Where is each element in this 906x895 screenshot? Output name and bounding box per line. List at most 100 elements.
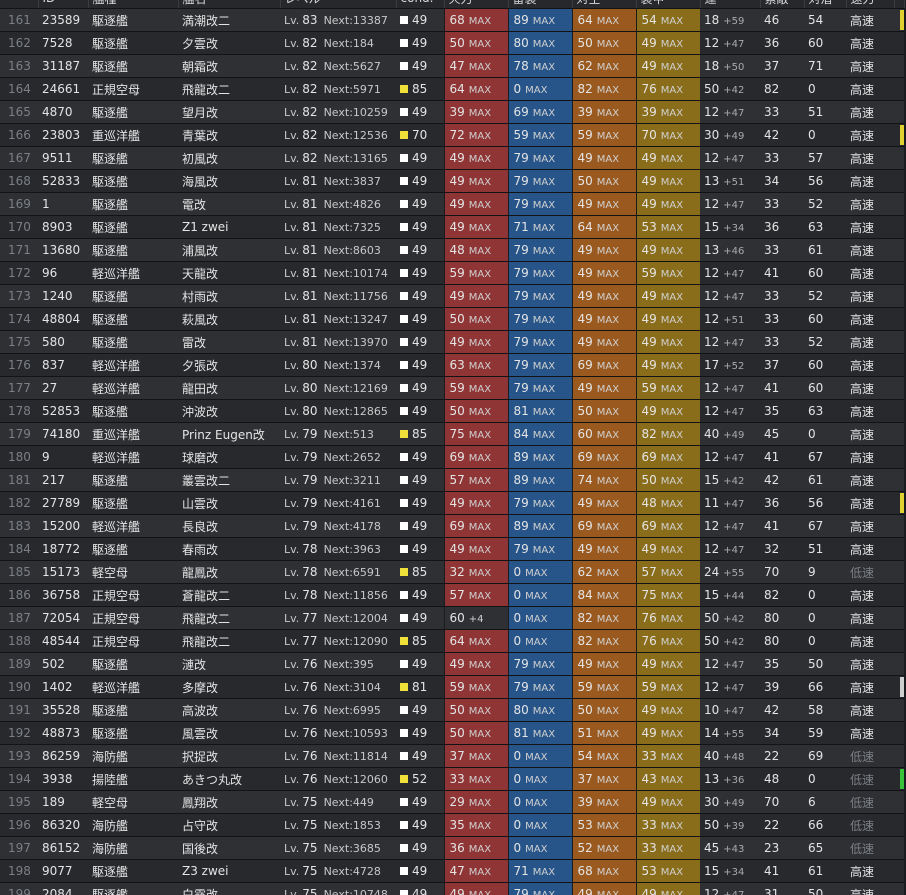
header-name[interactable]: 艦名	[178, 0, 281, 9]
antiair-value: 39	[577, 105, 593, 119]
max-label: MAX	[468, 269, 492, 280]
max-label: MAX	[660, 706, 684, 717]
table-row[interactable]: 185 15173 軽空母 龍鳳改 Lv. 78 Next:6591 85 32 MAX 0 MAX 6…	[0, 560, 904, 584]
marker-bar	[900, 355, 904, 375]
table-row[interactable]: 176 837 軽巡洋艦 夕張改 Lv. 80 Next:1374 49 63 MAX 79 MAX 6…	[0, 353, 904, 377]
firepower-value: 37	[449, 749, 465, 763]
header-armor[interactable]: 装甲	[636, 0, 701, 9]
speed-value: 低速	[846, 767, 894, 791]
cond-value: 49	[412, 749, 428, 763]
luck-cell: 40 +48	[700, 744, 760, 768]
table-row[interactable]: 198 9077 駆逐艦 Z3 zwei Lv. 75 Next:4728 49 47 MAX 71…	[0, 859, 904, 883]
header-los[interactable]: 索敵	[760, 0, 805, 9]
max-label: MAX	[532, 522, 556, 533]
header-asw[interactable]: 対潜	[804, 0, 847, 9]
table-row[interactable]: 186 36758 正規空母 蒼龍改二 Lv. 78 Next:11856 49 57 MAX 0 M…	[0, 583, 904, 607]
header-speed[interactable]: 速力	[846, 0, 895, 9]
table-row[interactable]: 194 3938 揚陸艦 あきつ丸改 Lv. 76 Next:12060 52 33 MAX 0 MA…	[0, 767, 904, 791]
luck-cell: 15 +34	[700, 859, 760, 883]
lv-label: Lv.	[284, 405, 300, 418]
header-cond[interactable]: cond.	[396, 0, 445, 9]
next-exp: 12090	[352, 635, 388, 648]
luck-plus: +51	[723, 315, 745, 326]
table-row[interactable]: 193 86259 海防艦 択捉改 Lv. 76 Next:11814 49 37 MAX 0 MAX…	[0, 744, 904, 768]
antiair-cell: 49MAX	[571, 238, 636, 262]
table-row[interactable]: 191 35528 駆逐艦 高波改 Lv. 76 Next:6995 49 50 MAX 80 MAX…	[0, 698, 904, 722]
firepower-value: 64	[449, 634, 465, 648]
header-antiair[interactable]: 対空	[572, 0, 637, 9]
max-label: MAX	[532, 292, 556, 303]
table-row[interactable]: 189 502 駆逐艦 漣改 Lv. 76 Next:395 49 49 MAX 79 MAX 49 MA…	[0, 652, 904, 676]
table-row[interactable]: 161 23589 駆逐艦 満潮改二 Lv. 83 Next:13387 49 68 MAX 89 M…	[0, 8, 904, 32]
firepower-cell: 35 MAX	[443, 813, 508, 837]
table-row[interactable]: 162 7528 駆逐艦 夕雲改 Lv. 82 Next:184 49 50 MAX 80 MAX 50…	[0, 31, 904, 55]
los-value: 42	[760, 698, 804, 722]
table-row[interactable]: 197 86152 海防艦 国後改 Lv. 75 Next:3685 49 36 MAX 0 MAX 5…	[0, 836, 904, 860]
luck-plus: +47	[723, 200, 745, 211]
table-row[interactable]: 164 24661 正規空母 飛龍改二 Lv. 82 Next:5971 85 64 MAX 0 MA…	[0, 77, 904, 101]
asw-value: 50	[804, 882, 846, 895]
table-row[interactable]: 192 48873 駆逐艦 風雲改 Lv. 76 Next:10593 49 50 MAX 81 MA…	[0, 721, 904, 745]
header-firepower[interactable]: 火力	[444, 0, 509, 9]
row-number: 193	[0, 744, 38, 768]
cond-value: 49	[412, 841, 428, 855]
luck-cell: 45 +43	[700, 836, 760, 860]
lv-label: Lv.	[284, 727, 300, 740]
armor-value: 49	[641, 726, 657, 740]
max-label: MAX	[660, 16, 684, 27]
armor-cell: 59 MAX	[635, 675, 700, 699]
table-row[interactable]: 196 86320 海防艦 占守改 Lv. 75 Next:1853 49 35 MAX 0 MAX 5…	[0, 813, 904, 837]
antiair-cell: 49MAX	[571, 882, 636, 895]
row-marker	[894, 215, 904, 239]
table-row[interactable]: 167 9511 駆逐艦 初風改 Lv. 82 Next:13165 49 49 MAX 79 MAX…	[0, 146, 904, 170]
table-row[interactable]: 166 23803 重巡洋艦 青葉改 Lv. 82 Next:12536 70 72 MAX 59 M…	[0, 123, 904, 147]
table-row[interactable]: 1992084駆逐艦白露改 Lv.75 Next:10748 49 49 MAX 79 MAX…	[0, 882, 904, 895]
table-row[interactable]: 178 52853 駆逐艦 沖波改 Lv. 80 Next:12865 49 50 MAX 81 MA…	[0, 399, 904, 423]
torpedo-cell: 81 MAX	[507, 399, 572, 423]
antiair-value: 49	[577, 496, 593, 510]
table-row[interactable]: 168 52833 駆逐艦 海風改 Lv. 81 Next:3837 49 49 MAX 79 MAX…	[0, 169, 904, 193]
table-row[interactable]: 187 72054 正規空母 飛龍改二 Lv. 77 Next:12004 49 60 +4 0 MA…	[0, 606, 904, 630]
header-type[interactable]: 艦種	[88, 0, 179, 9]
header-luck[interactable]: 運	[700, 0, 761, 9]
header-no[interactable]	[0, 0, 39, 9]
luck-cell: 12+47	[700, 376, 760, 400]
speed-value: 高速	[846, 77, 894, 101]
header-id[interactable]: ID	[38, 0, 89, 9]
table-row[interactable]: 171 13680 駆逐艦 浦風改 Lv. 81 Next:8603 49 48 MAX 79 MAX…	[0, 238, 904, 262]
table-row[interactable]: 163 31187 駆逐艦 朝霜改 Lv. 82 Next:5627 49 47 MAX 78 MAX…	[0, 54, 904, 78]
next-label: Next:	[323, 635, 353, 648]
ship-name: 漣改	[178, 652, 280, 676]
torpedo-cell: 81 MAX	[507, 721, 572, 745]
ship-name: 高波改	[178, 698, 280, 722]
table-row[interactable]: 172 96 軽巡洋艦 天龍改 Lv. 81 Next:10174 49 59 MAX 79 MAX 4…	[0, 261, 904, 285]
table-row[interactable]: 177 27 軽巡洋艦 龍田改 Lv. 80 Next:12169 49 59 MAX 79 MAX 4…	[0, 376, 904, 400]
row-marker	[894, 100, 904, 124]
table-row[interactable]: 180 9 軽巡洋艦 球磨改 Lv. 79 Next:2652 49 69 MAX 89 MAX 69 M…	[0, 445, 904, 469]
header-torpedo[interactable]: 雷装	[508, 0, 573, 9]
table-row[interactable]: 169 1 駆逐艦 電改 Lv. 81 Next:4826 49 49 MAX 79 MAX 49 MAX…	[0, 192, 904, 216]
table-row[interactable]: 173 1240 駆逐艦 村雨改 Lv. 81 Next:11756 49 49 MAX 79 MAX…	[0, 284, 904, 308]
marker-bar	[900, 401, 904, 421]
luck-value: 45	[704, 841, 720, 855]
table-row[interactable]: 179 74180 重巡洋艦 Prinz Eugen改 Lv. 79 Next:513 85 7…	[0, 422, 904, 446]
table-row[interactable]: 181 217 駆逐艦 叢雲改二 Lv. 79 Next:3211 49 57 MAX 89 MAX 7…	[0, 468, 904, 492]
row-number: 169	[0, 192, 38, 216]
los-value: 45	[760, 422, 804, 446]
header-level[interactable]: レベル	[280, 0, 397, 9]
table-row[interactable]: 182 27789 駆逐艦 山雲改 Lv. 79 Next:4161 49 49 MAX 79 MAX…	[0, 491, 904, 515]
table-row[interactable]: 165 4870 駆逐艦 望月改 Lv. 82 Next:10259 49 39 MAX 69 MAX…	[0, 100, 904, 124]
ship-name: 満潮改二	[178, 8, 280, 32]
next-label: Next:	[323, 727, 353, 740]
table-row[interactable]: 183 15200 軽巡洋艦 長良改 Lv. 79 Next:4178 49 69 MAX 89 MA…	[0, 514, 904, 538]
table-row[interactable]: 195 189 軽空母 鳳翔改 Lv. 75 Next:449 49 29 MAX 0 MAX 39 MA…	[0, 790, 904, 814]
torpedo-cell: 89 MAX	[507, 468, 572, 492]
table-row[interactable]: 190 1402 軽巡洋艦 多摩改 Lv. 76 Next:3104 81 59 MAX 79 MAX…	[0, 675, 904, 699]
table-row[interactable]: 175 580 駆逐艦 雷改 Lv. 81 Next:13970 49 49 MAX 79 MAX 49…	[0, 330, 904, 354]
table-row[interactable]: 184 18772 駆逐艦 春雨改 Lv. 78 Next:3963 49 49 MAX 79 MAX…	[0, 537, 904, 561]
table-row[interactable]: 170 8903 駆逐艦 Z1 zwei Lv. 81 Next:7325 49 49 MAX 71…	[0, 215, 904, 239]
cond-value: 49	[412, 266, 428, 280]
antiair-cell: 68 MAX	[571, 859, 636, 883]
table-row[interactable]: 188 48544 正規空母 飛龍改二 Lv. 77 Next:12090 85 64 MAX 0 M…	[0, 629, 904, 653]
table-row[interactable]: 174 48804 駆逐艦 萩風改 Lv. 81 Next:13247 49 50 MAX 79 MA…	[0, 307, 904, 331]
